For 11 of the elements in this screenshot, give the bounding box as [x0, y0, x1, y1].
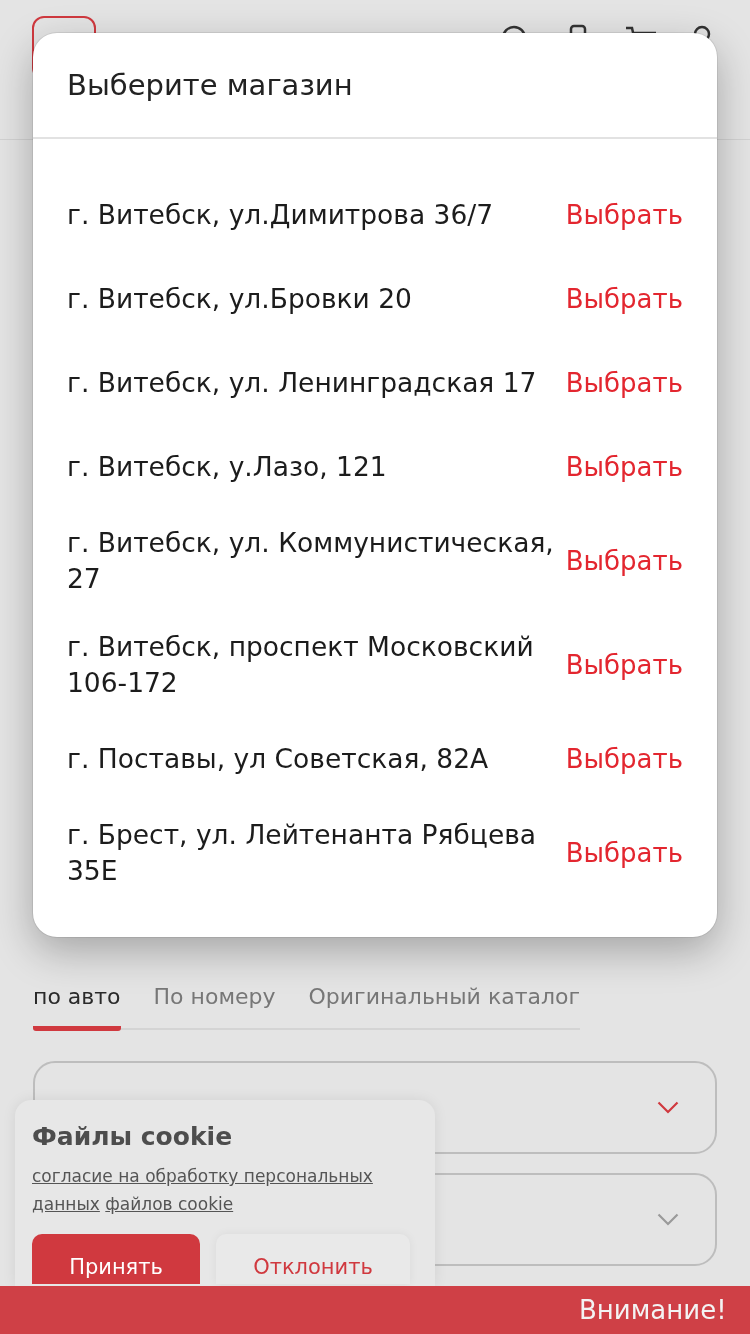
- store-address: г. Витебск, ул. Ленинградская 17: [67, 366, 538, 400]
- store-address: г. Витебск, ул.Димитрова 36/7: [67, 198, 495, 232]
- store-address: г. Витебск, ул. Коммунистическая, 27: [67, 526, 555, 596]
- store-address: г. Витебск, у.Лазо, 121: [67, 450, 388, 484]
- store-address: г. Витебск, ул.Бровки 20: [67, 282, 413, 316]
- store-address: г. Витебск, проспект Московский 106-172: [67, 630, 535, 700]
- store-address: г. Поставы, ул Советская, 82А: [67, 742, 490, 776]
- modal-title: Выберите магазин: [67, 68, 353, 102]
- cookie-title: Файлы cookie: [32, 1121, 234, 1153]
- notice-text: Внимание!: [579, 1295, 727, 1325]
- store-address: г. Брест, ул. Лейтенанта Рябцева 35Е: [67, 818, 538, 888]
